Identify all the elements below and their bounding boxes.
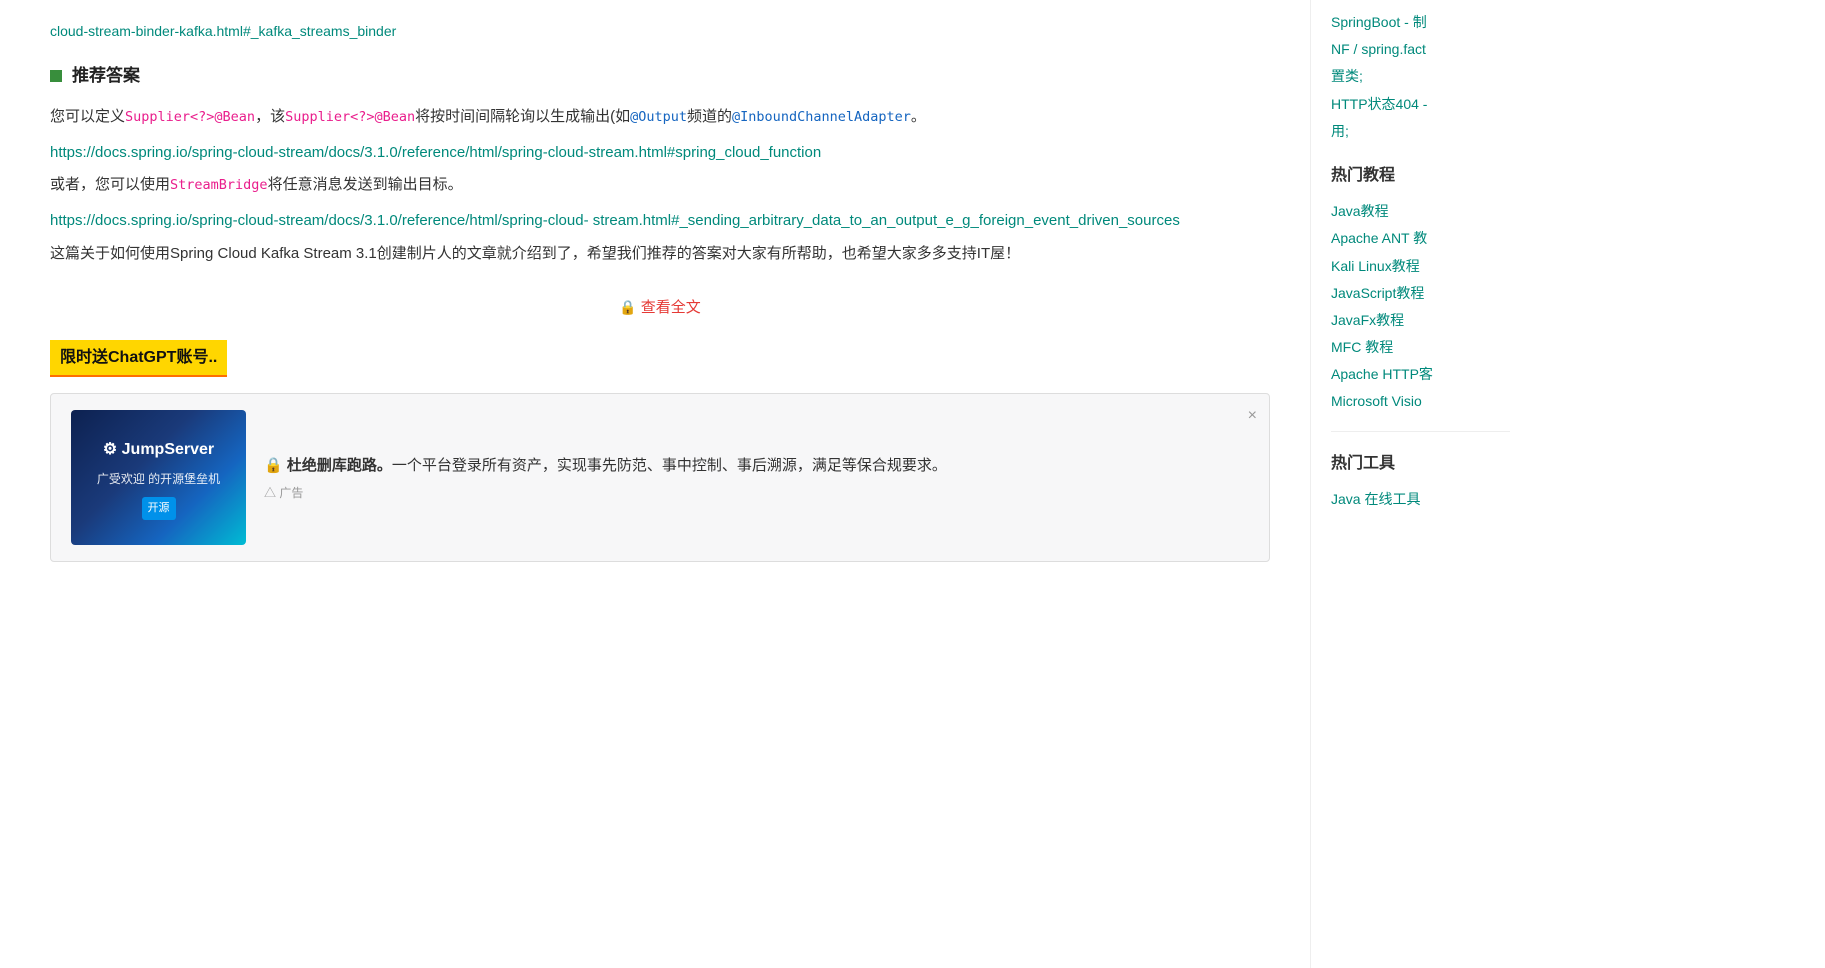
sidebar-divider <box>1331 431 1510 432</box>
ad-title-strong: 🔒 杜绝删库跑路。 <box>264 457 392 474</box>
hot-tutorials-title: 热门教程 <box>1331 162 1510 189</box>
sidebar-link-java[interactable]: Java教程 <box>1331 199 1510 224</box>
hot-tools-list: Java 在线工具 <box>1331 487 1510 512</box>
sidebar-link-js[interactable]: JavaScript教程 <box>1331 281 1510 306</box>
link2-line2: stream.html#_sending_arbitrary_data_to_a… <box>593 212 1180 229</box>
ad-title: 🔒 杜绝删库跑路。一个平台登录所有资产，实现事先防范、事中控制、事后溯源，满足等… <box>264 452 1249 479</box>
ad-inner: ⚙ JumpServer 广受欢迎 的开源堡垒机 开源 🔒 杜绝删库跑路。一个平… <box>71 410 1249 545</box>
para1-end: 。 <box>911 108 926 125</box>
ad-card: ⚙ JumpServer 广受欢迎 的开源堡垒机 开源 🔒 杜绝删库跑路。一个平… <box>50 393 1270 562</box>
ad-close-button[interactable]: × <box>1248 402 1257 429</box>
sidebar-link-zhilei[interactable]: 置类; <box>1331 64 1510 89</box>
sidebar-link-ant[interactable]: Apache ANT 教 <box>1331 226 1510 251</box>
code3: @Output <box>630 109 687 125</box>
section-title: 推荐答案 <box>72 62 140 91</box>
para1-suffix1: 将按时间间隔轮询以生成输出(如 <box>415 108 630 125</box>
para2-suffix: 将任意消息发送到输出目标。 <box>268 176 463 193</box>
sidebar-link-http404[interactable]: HTTP状态404 - <box>1331 92 1510 117</box>
sidebar-quick-links: SpringBoot - 制 NF / spring.fact 置类; HTTP… <box>1331 10 1510 144</box>
para1-block: 您可以定义Supplier<?>@Bean，该Supplier<?>@Bean将… <box>50 103 1270 130</box>
view-full-link[interactable]: 🔒 查看全文 <box>619 299 700 316</box>
sidebar: SpringBoot - 制 NF / spring.fact 置类; HTTP… <box>1310 0 1530 968</box>
para1-mid: ，该 <box>255 108 285 125</box>
jumpserver-logo: ⚙ JumpServer <box>103 436 214 463</box>
sidebar-link-javafx[interactable]: JavaFx教程 <box>1331 308 1510 333</box>
code5: StreamBridge <box>170 177 268 193</box>
view-full-text: 查看全文 <box>641 299 701 316</box>
sidebar-link-mfc[interactable]: MFC 教程 <box>1331 335 1510 360</box>
ad-label-text: 广告 <box>279 486 303 500</box>
code2: Supplier<?>@Bean <box>285 109 415 125</box>
promo-banner-title: 限时送ChatGPT账号.. <box>60 349 217 366</box>
sidebar-link-apache-http[interactable]: Apache HTTP客 <box>1331 362 1510 387</box>
sidebar-link-java-tool[interactable]: Java 在线工具 <box>1331 487 1510 512</box>
sidebar-link-kali[interactable]: Kali Linux教程 <box>1331 254 1510 279</box>
para2-prefix: 或者，您可以使用 <box>50 176 170 193</box>
sidebar-link-yong[interactable]: 用; <box>1331 119 1510 144</box>
sidebar-link-ms-visio[interactable]: Microsoft Visio <box>1331 389 1510 414</box>
ad-image: ⚙ JumpServer 广受欢迎 的开源堡垒机 开源 <box>71 410 246 545</box>
link2-line1: https://docs.spring.io/spring-cloud-stre… <box>50 212 589 229</box>
ad-desc: 一个平台登录所有资产，实现事先防范、事中控制、事后溯源，满足等保合规要求。 <box>392 457 947 474</box>
ad-person-icon: △ <box>264 486 276 500</box>
jumpserver-sub: 广受欢迎 的开源堡垒机 <box>97 469 220 489</box>
para2-block: 或者，您可以使用StreamBridge将任意消息发送到输出目标。 <box>50 171 1270 198</box>
hot-tutorials-list: Java教程 Apache ANT 教 Kali Linux教程 JavaScr… <box>1331 199 1510 415</box>
hot-tools-title: 热门工具 <box>1331 450 1510 477</box>
top-kafka-link[interactable]: cloud-stream-binder-kafka.html#_kafka_st… <box>50 20 1270 44</box>
para1-prefix: 您可以定义 <box>50 108 125 125</box>
view-full-section: 🔒 查看全文 <box>50 295 1270 321</box>
code4: @InboundChannelAdapter <box>732 109 911 125</box>
promo-yellow-banner[interactable]: 限时送ChatGPT账号.. <box>50 340 227 377</box>
lock-icon: 🔒 <box>619 299 636 315</box>
section-header: 推荐答案 <box>50 62 1270 91</box>
para3-text: 这篇关于如何使用Spring Cloud Kafka Stream 3.1创建制… <box>50 245 1020 262</box>
green-square-icon <box>50 70 62 82</box>
stream-bridge-link[interactable]: https://docs.spring.io/spring-cloud-stre… <box>50 208 1270 234</box>
para1-suffix2: 频道的 <box>687 108 732 125</box>
spring-function-link[interactable]: https://docs.spring.io/spring-cloud-stre… <box>50 140 1270 166</box>
jumpserver-tag: 开源 <box>142 497 176 520</box>
ad-label: △ 广告 <box>264 483 1249 503</box>
sidebar-link-springboot[interactable]: SpringBoot - 制 <box>1331 10 1510 35</box>
code1: Supplier<?>@Bean <box>125 109 255 125</box>
ad-text-block: 🔒 杜绝删库跑路。一个平台登录所有资产，实现事先防范、事中控制、事后溯源，满足等… <box>264 452 1249 503</box>
para3-block: 这篇关于如何使用Spring Cloud Kafka Stream 3.1创建制… <box>50 240 1270 267</box>
main-content: cloud-stream-binder-kafka.html#_kafka_st… <box>0 0 1310 968</box>
sidebar-link-nf[interactable]: NF / spring.fact <box>1331 37 1510 62</box>
